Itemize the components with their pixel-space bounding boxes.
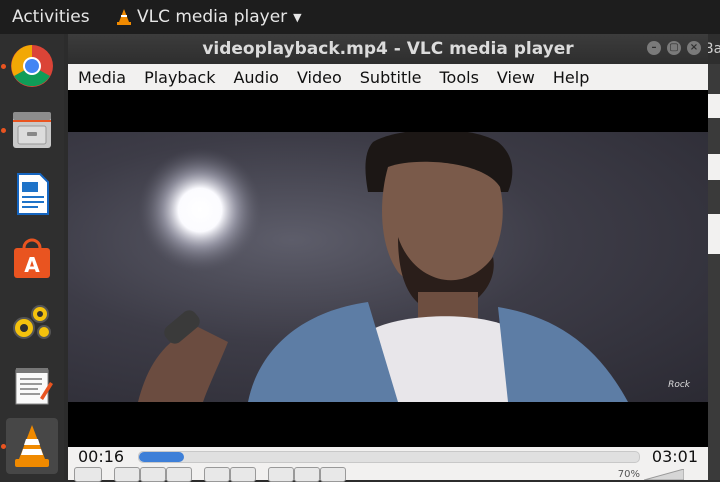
vlc-window[interactable]: videoplayback.mp4 - VLC media player – ▢… xyxy=(68,34,708,482)
running-indicator xyxy=(1,64,6,69)
text-editor-icon xyxy=(15,368,53,405)
menu-subtitle[interactable]: Subtitle xyxy=(350,68,430,87)
app-menu[interactable]: VLC media player ▼ xyxy=(117,7,302,27)
elapsed-time: 00:16 xyxy=(78,447,125,466)
menu-view[interactable]: View xyxy=(487,68,543,87)
running-indicator xyxy=(1,444,6,449)
video-frame-image xyxy=(138,132,628,402)
dock-item-software[interactable]: A xyxy=(6,230,58,286)
minimize-button[interactable]: – xyxy=(647,41,661,55)
controls-bar: 00:16 03:01 70% xyxy=(68,447,708,482)
window-titlebar[interactable]: videoplayback.mp4 - VLC media player – ▢… xyxy=(68,34,708,64)
vlc-icon xyxy=(15,425,49,467)
seek-progress xyxy=(139,452,184,462)
chrome-icon xyxy=(11,45,53,87)
chevron-down-icon: ▼ xyxy=(293,10,302,24)
software-center-icon: A xyxy=(14,238,50,278)
video-frame: Rock xyxy=(68,132,708,402)
menu-media[interactable]: Media xyxy=(68,68,134,87)
dock-item-writer[interactable] xyxy=(6,166,58,222)
files-icon xyxy=(13,112,51,148)
top-bar: Activities VLC media player ▼ xyxy=(0,0,720,34)
dock: A xyxy=(0,34,64,480)
vlc-cone-icon xyxy=(117,9,131,25)
dock-item-chrome[interactable] xyxy=(1,38,58,94)
menu-playback[interactable]: Playback xyxy=(134,68,223,87)
menu-bar: Media Playback Audio Video Subtitle Tool… xyxy=(68,64,708,90)
volume-slider[interactable] xyxy=(644,469,684,480)
maximize-button[interactable]: ▢ xyxy=(667,41,681,55)
menu-video[interactable]: Video xyxy=(287,68,350,87)
activities-button[interactable]: Activities xyxy=(12,7,90,27)
dock-item-files[interactable] xyxy=(1,102,58,158)
total-time: 03:01 xyxy=(651,447,698,466)
writer-icon xyxy=(17,173,49,215)
video-watermark: Rock xyxy=(668,380,690,390)
menu-tools[interactable]: Tools xyxy=(430,68,487,87)
volume-label: 70% xyxy=(617,469,640,480)
settings-icon xyxy=(13,305,51,339)
app-menu-label: VLC media player xyxy=(137,7,288,27)
menu-audio[interactable]: Audio xyxy=(223,68,286,87)
window-title: videoplayback.mp4 - VLC media player xyxy=(202,39,574,59)
video-area[interactable]: Rock xyxy=(68,90,708,447)
running-indicator xyxy=(1,128,6,133)
close-button[interactable]: × xyxy=(687,41,701,55)
dock-item-vlc[interactable] xyxy=(1,418,58,474)
menu-help[interactable]: Help xyxy=(543,68,597,87)
svg-text:A: A xyxy=(24,253,40,277)
dock-item-text-editor[interactable] xyxy=(6,358,58,414)
seek-slider[interactable] xyxy=(138,451,640,463)
dock-item-settings[interactable] xyxy=(6,294,58,350)
